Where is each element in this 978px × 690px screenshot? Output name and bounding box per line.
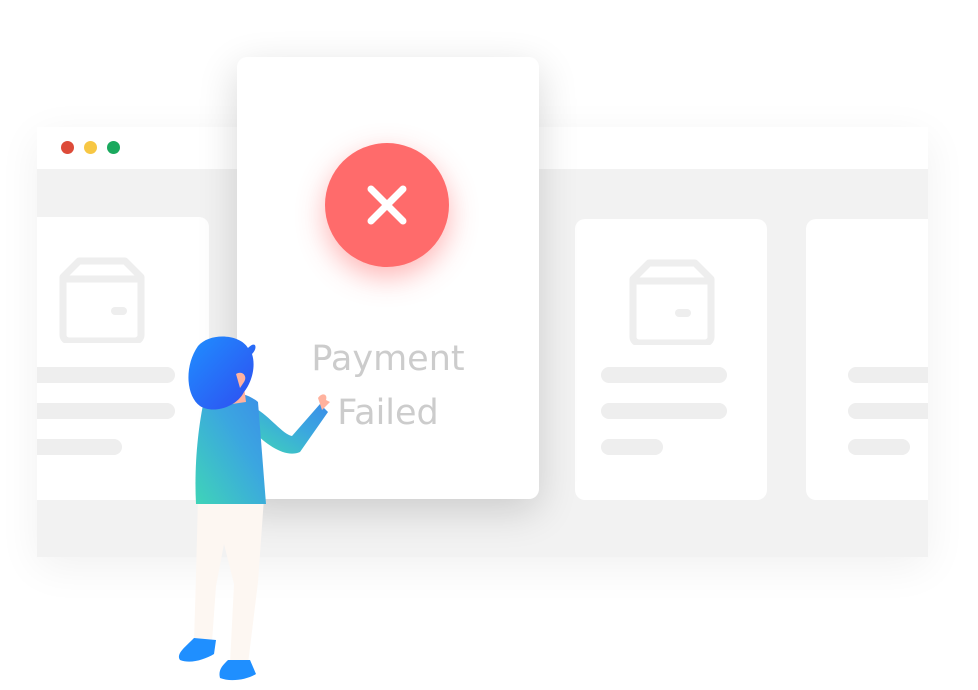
placeholder-line — [37, 403, 175, 419]
placeholder-line — [37, 367, 175, 383]
placeholder-line — [37, 439, 122, 455]
window-close-dot[interactable] — [61, 141, 74, 154]
person-illustration — [178, 336, 330, 681]
placeholder-line — [601, 439, 663, 455]
error-badge — [325, 143, 449, 267]
placeholder-line — [848, 439, 910, 455]
product-card-middle — [575, 219, 767, 500]
placeholder-line — [601, 403, 727, 419]
placeholder-line — [848, 367, 928, 383]
wallet-icon — [59, 257, 145, 343]
window-minimize-dot[interactable] — [84, 141, 97, 154]
window-maximize-dot[interactable] — [107, 141, 120, 154]
placeholder-line — [601, 367, 727, 383]
placeholder-line — [848, 403, 928, 419]
wallet-icon — [629, 259, 715, 345]
close-x-icon — [367, 185, 407, 225]
product-card-right — [806, 219, 928, 500]
